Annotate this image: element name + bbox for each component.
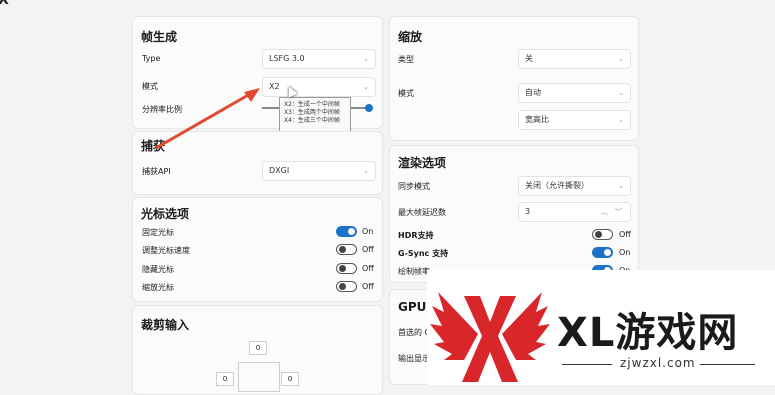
- aspect-ratio-value: 宽高比: [525, 115, 549, 124]
- toggle-knob: [595, 231, 602, 238]
- chevron-down-icon: ⌄: [363, 55, 369, 63]
- cursor-item-label: 固定光标: [142, 228, 174, 237]
- frame-gen-title: 帧生成: [141, 30, 178, 44]
- cursor-item-label: 缩放光标: [142, 283, 174, 292]
- gsync-toggle[interactable]: [592, 247, 613, 258]
- output-display-label: 输出显示: [398, 354, 430, 363]
- watermark-logo: [430, 292, 550, 382]
- aspect-ratio-dropdown[interactable]: 宽高比 ⌄: [518, 110, 631, 130]
- watermark-brand: XL游戏网: [557, 310, 739, 356]
- mode-tooltip: X2：生成一个中间帧 X3：生成两个中间帧 X4：生成三个中间帧: [279, 97, 351, 132]
- toggle-knob: [339, 265, 346, 272]
- toggle-state-text: Off: [362, 264, 374, 273]
- scale-cursor-toggle[interactable]: [336, 281, 357, 292]
- hdr-toggle[interactable]: [592, 229, 613, 240]
- gsync-label: G-Sync 支持: [398, 249, 449, 258]
- max-frame-latency-stepper[interactable]: 3 ︿ ﹀: [518, 202, 631, 222]
- toggle-knob: [348, 228, 355, 235]
- cursor-item-label: 隐藏光标: [142, 265, 174, 274]
- max-frame-latency-value: 3: [525, 207, 531, 216]
- capture-api-value: DXGI: [269, 166, 290, 175]
- type-value: LSFG 3.0: [269, 54, 305, 63]
- max-frame-latency-label: 最大帧延迟数: [398, 208, 446, 217]
- scaling-type-dropdown[interactable]: 关 ⌄: [518, 49, 631, 69]
- toggle-knob: [339, 246, 346, 253]
- cursor-options-title: 光标选项: [141, 207, 190, 221]
- tooltip-line-3: X4：生成三个中间帧: [284, 117, 340, 124]
- scaling-title: 缩放: [398, 30, 423, 44]
- capture-api-label: 捕获API: [142, 167, 171, 176]
- crop-left-input[interactable]: 0: [216, 372, 234, 386]
- tooltip-line-2: X3：生成两个中间帧: [284, 109, 340, 116]
- capture-api-dropdown[interactable]: DXGI ⌄: [262, 161, 376, 181]
- type-dropdown[interactable]: LSFG 3.0 ⌄: [262, 49, 376, 69]
- toggle-state-text: Off: [362, 245, 374, 254]
- watermark-line-left: [562, 364, 612, 365]
- chevron-down-icon: ⌄: [618, 182, 624, 190]
- sync-mode-value: 关闭（允许撕裂）: [525, 181, 589, 190]
- cursor-item-label: 调整光标速度: [142, 246, 190, 255]
- type-label: Type: [142, 54, 161, 63]
- crop-right-input[interactable]: 0: [281, 372, 299, 386]
- mode-value: X2: [269, 82, 280, 91]
- scaling-mode-dropdown[interactable]: 自动 ⌄: [518, 83, 631, 103]
- scale-slider-thumb[interactable]: [365, 104, 373, 112]
- fixed-cursor-toggle[interactable]: [336, 226, 357, 237]
- preferred-gpu-label: 首选的 G: [398, 328, 431, 337]
- hdr-label: HDR支持: [398, 231, 434, 240]
- crop-input-title: 裁剪输入: [141, 318, 190, 332]
- scaling-type-value: 关: [525, 54, 533, 63]
- scaling-type-label: 类型: [398, 55, 414, 64]
- gpu-title: GPU: [398, 300, 427, 314]
- tooltip-line-1: X2：生成一个中间帧: [284, 101, 340, 108]
- draw-fps-label: 绘制帧率: [398, 267, 430, 276]
- chevron-down-icon: ⌄: [618, 116, 624, 124]
- top-corner-glyph: X: [0, 0, 9, 8]
- render-options-title: 渲染选项: [398, 156, 447, 170]
- chevron-down-icon: ⌄: [618, 89, 624, 97]
- cursor-speed-toggle[interactable]: [336, 244, 357, 255]
- toggle-state-text: Off: [362, 282, 374, 291]
- toggle-knob: [604, 249, 611, 256]
- stepper-down-icon[interactable]: ﹀: [615, 203, 622, 221]
- hide-cursor-toggle[interactable]: [336, 263, 357, 274]
- crop-preview-box: [238, 362, 280, 392]
- toggle-state-text: On: [619, 248, 631, 257]
- chevron-down-icon: ⌄: [363, 83, 369, 91]
- scaling-mode-label: 模式: [398, 89, 414, 98]
- scaling-mode-value: 自动: [525, 88, 541, 97]
- watermark-url: zjwzxl.com: [620, 356, 696, 370]
- sync-mode-label: 同步模式: [398, 182, 430, 191]
- mode-dropdown[interactable]: X2 ⌄: [262, 77, 376, 97]
- red-arrow-annotation: [155, 88, 260, 150]
- stepper-up-icon[interactable]: ︿: [601, 203, 608, 221]
- watermark-line-right: [700, 364, 755, 365]
- chevron-down-icon: ⌄: [618, 55, 624, 63]
- toggle-state-text: Off: [619, 230, 631, 239]
- toggle-state-text: On: [362, 227, 374, 236]
- sync-mode-dropdown[interactable]: 关闭（允许撕裂） ⌄: [518, 176, 631, 196]
- crop-top-input[interactable]: 0: [249, 341, 267, 355]
- chevron-down-icon: ⌄: [363, 167, 369, 175]
- toggle-knob: [339, 283, 346, 290]
